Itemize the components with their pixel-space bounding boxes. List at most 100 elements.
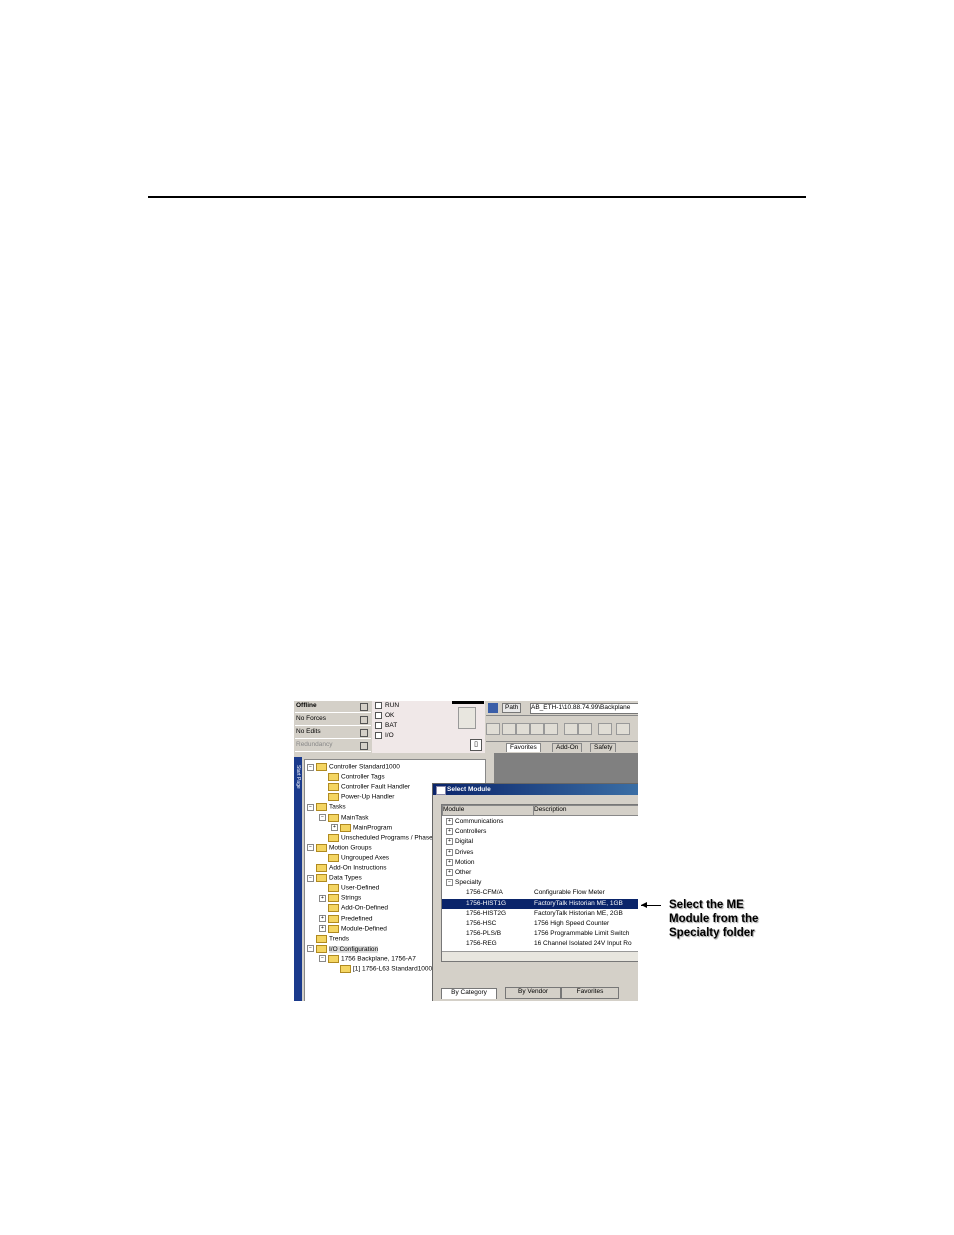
tree-node[interactable]: Power-Up Handler [319,793,394,802]
column-header-description[interactable]: Description [533,805,638,816]
tree-node[interactable]: − I/O Configuration [307,944,379,954]
collapse-icon[interactable]: − [307,763,314,771]
tree-node[interactable]: Controller Fault Handler [319,783,410,792]
collapse-icon[interactable]: − [446,879,453,887]
tree-node[interactable]: Ungrouped Axes [319,853,389,863]
collapse-icon[interactable]: − [307,803,314,811]
horizontal-scrollbar[interactable] [442,951,638,961]
tab-by-category[interactable]: By Category [441,988,497,999]
tree-node[interactable]: − Tasks [307,803,346,812]
tree-node[interactable]: + Predefined [319,914,372,924]
tree-node[interactable]: − 1756 Backplane, 1756-A7 [319,954,416,964]
folder-icon [328,894,339,903]
tree-node-label: I/O Configuration [329,945,379,953]
tab-favorites-modules[interactable]: Favorites [561,987,619,999]
tab-safety[interactable]: Safety [590,743,617,752]
forces-row[interactable]: No Forces [295,714,371,726]
tab-by-vendor[interactable]: By Vendor [505,987,561,999]
scroll-left-icon[interactable] [486,723,500,735]
tree-node[interactable]: + MainProgram [331,823,392,833]
xio-icon[interactable] [564,723,578,735]
edits-row[interactable]: No Edits [295,727,371,739]
folder-icon [316,803,327,812]
rung-icon[interactable] [502,723,516,735]
tree-node[interactable]: Trends [307,934,349,944]
redundancy-row[interactable]: Redundancy [295,740,371,752]
expand-icon[interactable]: + [446,828,453,836]
module-name: Communications [455,818,504,826]
module-row[interactable]: + Drives [442,848,638,858]
collapse-icon[interactable]: − [319,955,326,963]
module-row[interactable]: − Specialty [442,878,638,888]
start-page-sidebar[interactable]: Start Page [294,757,302,1001]
module-row[interactable]: 1756-PLS/B 1756 Programmable Limit Switch [442,929,638,939]
tab-favorites[interactable]: Favorites [506,743,541,752]
branch-icon[interactable] [516,723,530,735]
collapse-icon[interactable]: − [307,945,314,953]
module-row[interactable]: 1756-HSC 1756 High Speed Counter [442,919,638,929]
tree-node[interactable]: Add-On Instructions [307,864,386,873]
tree-node[interactable]: − Data Types [307,874,362,883]
keyswitch-icon [458,707,476,729]
module-row[interactable]: 1756-REG 16 Channel Isolated 24V Input Ro [442,939,638,949]
ote-icon[interactable] [578,723,592,735]
tree-node[interactable]: Unscheduled Programs / Phases [319,833,436,843]
tree-node-label: Controller Tags [341,773,385,781]
tree-node[interactable]: User-Defined [319,884,379,893]
module-row[interactable]: 1756-HIST1G FactoryTalk Historian ME, 1GB [442,898,638,909]
tree-node[interactable]: Add-On-Defined [319,904,388,913]
module-row[interactable]: 1756-CFM/A Configurable Flow Meter [442,888,638,898]
module-row[interactable]: + Digital [442,837,638,847]
folder-icon [328,884,339,893]
module-row[interactable]: + Motion [442,858,638,868]
mode-dropdown-icon[interactable] [360,703,368,711]
tree-node-label: Motion Groups [329,844,372,852]
expand-icon[interactable]: + [446,838,453,846]
tab-add-on[interactable]: Add-On [552,743,583,752]
tree-node[interactable]: − MainTask [319,813,368,823]
expand-icon[interactable]: + [319,925,326,933]
module-name: 1756-HIST1G [466,899,507,907]
expand-icon[interactable]: + [446,848,453,856]
module-row[interactable]: + Other [442,868,638,878]
module-row[interactable]: + Controllers [442,827,638,837]
collapse-icon[interactable]: − [307,844,314,852]
keyswitch-bar [452,701,484,704]
module-description: Configurable Flow Meter [534,889,605,897]
tree-node-label: Module-Defined [341,925,387,933]
expand-icon[interactable]: + [446,818,453,825]
tree-node-label: Power-Up Handler [341,794,395,802]
folder-icon [328,773,339,782]
tree-node[interactable]: + Module-Defined [319,924,387,934]
path-input[interactable]: AB_ETH-1\10.88.74.99\Backplane [530,703,638,714]
expand-icon[interactable]: + [446,858,453,866]
expand-icon[interactable]: + [446,869,453,876]
forces-arrow-icon[interactable] [360,716,368,724]
xic-icon[interactable] [544,723,558,735]
tree-node[interactable]: [1] 1756-L63 Standard1000 [331,965,432,974]
tree-node[interactable]: + Strings [319,894,361,903]
controller-properties-button[interactable]: ▯ [470,739,482,751]
network-icon[interactable] [488,703,498,713]
folder-icon [328,833,339,842]
collapse-icon[interactable]: − [319,814,326,821]
module-row[interactable]: + Communications [442,817,638,827]
column-header-module[interactable]: Module [442,805,534,816]
dialog-icon [436,786,446,795]
branch-level-icon[interactable] [530,723,544,735]
expand-icon[interactable]: + [319,915,326,922]
forces-label: No Forces [296,715,326,722]
lock-icon [360,729,368,737]
expand-icon[interactable]: + [331,824,338,832]
tree-node[interactable]: − Motion Groups [307,843,372,853]
module-row[interactable]: 1756-HIST2G FactoryTalk Historian ME, 2GB [442,909,638,919]
expand-icon[interactable]: + [319,894,326,902]
tree-node[interactable]: Controller Tags [319,773,385,782]
header-rule [148,196,806,198]
offline-row[interactable]: Offline [295,701,371,713]
otl-icon[interactable] [598,723,612,735]
tree-node[interactable]: − Controller Standard1000 [307,763,400,772]
otu-icon[interactable] [616,723,630,735]
collapse-icon[interactable]: − [307,874,314,882]
module-list: Module Description + Communications + Contr… [441,804,638,962]
